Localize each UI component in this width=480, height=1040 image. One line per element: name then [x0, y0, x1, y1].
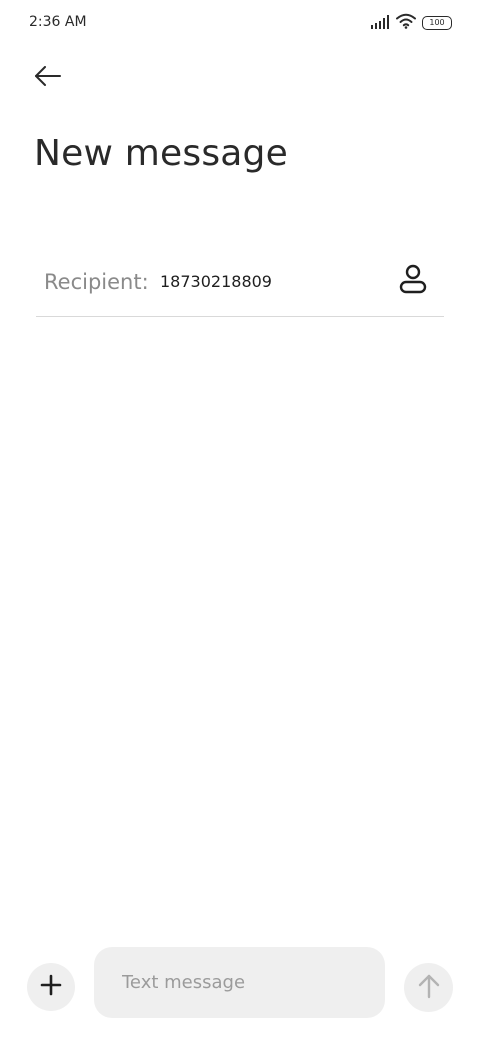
status-time: 2:36 AM: [29, 14, 87, 30]
battery-icon: 100: [422, 16, 452, 30]
send-arrow-up-icon: [418, 973, 440, 1003]
signal-icon: [370, 14, 390, 33]
send-button[interactable]: [404, 963, 453, 1012]
status-icons: 100: [370, 13, 452, 33]
contact-person-icon: [399, 264, 427, 298]
page-title: New message: [34, 133, 288, 174]
back-button[interactable]: [28, 60, 68, 96]
status-bar: 2:36 AM 100: [0, 0, 480, 46]
composer-bar: [0, 944, 480, 1024]
wifi-icon: [396, 13, 416, 33]
plus-icon: [40, 974, 62, 1000]
message-input[interactable]: [94, 947, 385, 1018]
recipient-value[interactable]: 18730218809: [160, 272, 272, 291]
recipient-label: Recipient:: [44, 270, 149, 294]
contact-picker-button[interactable]: [396, 264, 430, 298]
battery-level: 100: [429, 18, 445, 27]
back-arrow-icon: [34, 66, 62, 90]
recipient-field[interactable]: Recipient: 18730218809: [36, 254, 444, 317]
attach-button[interactable]: [27, 963, 75, 1011]
